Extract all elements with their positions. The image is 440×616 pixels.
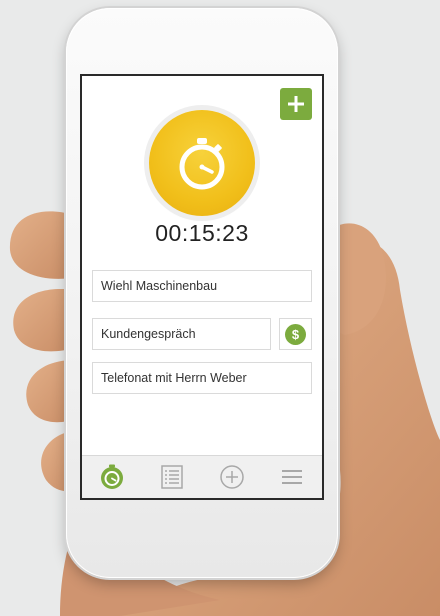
tab-bar [82,455,322,498]
elapsed-time: 00:15:23 [155,220,249,246]
plus-icon [288,96,304,112]
plus-circle-icon [220,465,244,489]
note-field[interactable]: Telefonat mit Herrn Weber [92,362,312,394]
customer-field[interactable]: Wiehl Maschinenbau [92,270,312,302]
menu-icon [282,470,302,484]
tab-menu[interactable] [272,457,312,497]
app-screen: 00:15:23 Wiehl Maschinenbau Kundengesprä… [80,74,324,500]
billable-toggle[interactable]: $ [279,318,312,350]
stopwatch-icon [179,138,225,190]
tab-timer[interactable] [92,457,132,497]
tab-add[interactable] [212,457,252,497]
activity-field[interactable]: Kundengespräch [92,318,271,350]
add-entry-button[interactable] [280,88,312,120]
list-icon [161,465,183,489]
tab-list[interactable] [152,457,192,497]
timer-button[interactable] [149,110,255,216]
dollar-icon: $ [285,323,306,345]
stopwatch-icon [101,464,123,489]
